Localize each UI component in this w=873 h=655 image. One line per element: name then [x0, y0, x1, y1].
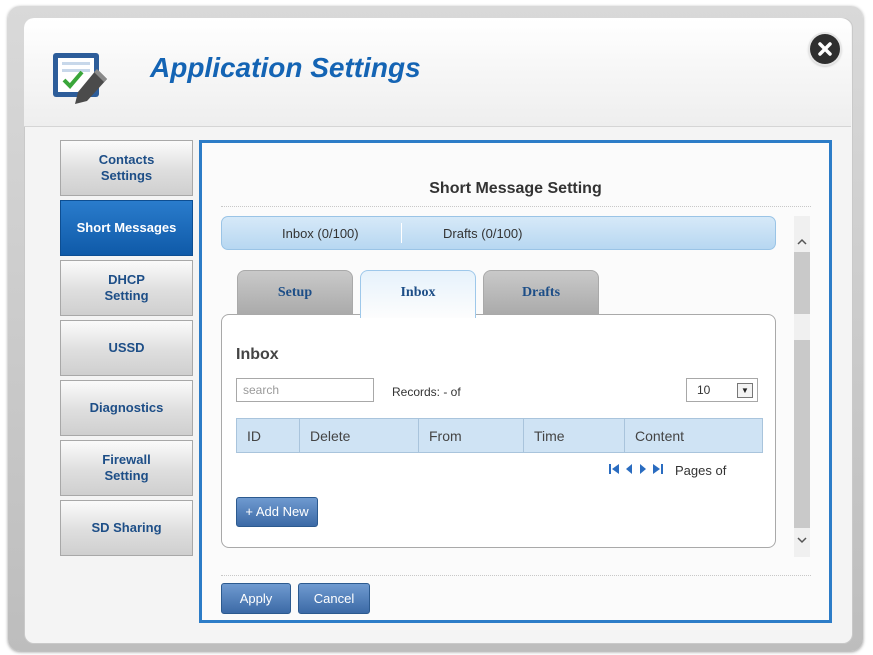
chevron-down-icon: ▼ [737, 383, 753, 398]
sidebar-item-dhcp-setting[interactable]: DHCP Setting [60, 260, 193, 316]
sidebar-item-ussd[interactable]: USSD [60, 320, 193, 376]
scrollbar-track[interactable] [794, 340, 810, 528]
close-button[interactable] [810, 34, 840, 64]
dialog-header [24, 18, 851, 127]
tab-drafts[interactable]: Drafts [483, 270, 599, 316]
sidebar-item-label: Diagnostics [89, 400, 164, 415]
content-panel: Short Message Setting Inbox (0/100) Draf… [199, 140, 832, 623]
cancel-button[interactable]: Cancel [298, 583, 370, 614]
sidebar-item-label: USSD [108, 340, 145, 355]
divider [401, 223, 402, 243]
column-header-from[interactable]: From [418, 418, 524, 453]
next-page-icon[interactable] [639, 463, 647, 478]
sidebar-item-label: Short Messages [76, 220, 177, 235]
scrollbar[interactable] [794, 216, 810, 557]
sidebar-item-sd-sharing[interactable]: SD Sharing [60, 500, 193, 556]
sidebar-item-firewall-setting[interactable]: Firewall Setting [60, 440, 193, 496]
drafts-count: Drafts (0/100) [443, 226, 523, 241]
apply-button[interactable]: Apply [221, 583, 291, 614]
pagination: Pages of [609, 463, 726, 478]
sidebar-item-label: Setting [104, 288, 149, 303]
records-count: Records: - of [392, 385, 461, 399]
panel-title: Inbox [236, 346, 279, 363]
column-header-time[interactable]: Time [523, 418, 625, 453]
page-size-select[interactable]: 10 ▼ [686, 378, 758, 402]
add-new-button[interactable]: + Add New [236, 497, 318, 527]
sidebar-item-label: Contacts [98, 152, 155, 167]
checklist-pencil-icon [53, 53, 107, 104]
divider [221, 575, 811, 576]
message-summary-bar: Inbox (0/100) Drafts (0/100) [221, 216, 776, 250]
inbox-panel: Inbox Records: - of 10 ▼ ID Delete From … [221, 314, 776, 548]
table-header-row: ID Delete From Time Content [236, 418, 763, 453]
tab-inbox[interactable]: Inbox [360, 270, 476, 318]
sidebar-item-contacts-settings[interactable]: Contacts Settings [60, 140, 193, 196]
close-icon [818, 42, 832, 56]
sidebar-item-label: Setting [104, 468, 149, 483]
first-page-icon[interactable] [609, 463, 619, 478]
scroll-up-button[interactable] [794, 234, 810, 252]
sidebar-item-diagnostics[interactable]: Diagnostics [60, 380, 193, 436]
sidebar: Contacts Settings Short Messages DHCP Sett… [60, 140, 197, 560]
search-input[interactable] [236, 378, 374, 402]
section-title: Short Message Setting [429, 180, 602, 197]
scroll-down-button[interactable] [794, 532, 810, 550]
sidebar-item-short-messages[interactable]: Short Messages [60, 200, 193, 256]
inbox-count: Inbox (0/100) [282, 226, 359, 241]
column-header-delete[interactable]: Delete [299, 418, 419, 453]
previous-page-icon[interactable] [625, 463, 633, 478]
last-page-icon[interactable] [653, 463, 663, 478]
messages-table: ID Delete From Time Content [236, 418, 763, 453]
tab-setup[interactable]: Setup [237, 270, 353, 316]
column-header-id[interactable]: ID [236, 418, 300, 453]
sidebar-item-label: Settings [100, 168, 153, 183]
column-header-content[interactable]: Content [624, 418, 763, 453]
page-size-value: 10 [697, 383, 711, 397]
chevron-down-icon [797, 537, 807, 544]
scrollbar-track[interactable] [794, 252, 810, 314]
sidebar-item-label: SD Sharing [91, 520, 162, 535]
sidebar-item-label: Firewall [102, 452, 151, 467]
chevron-up-icon [797, 238, 807, 245]
sidebar-item-label: DHCP [108, 272, 145, 287]
pages-label: Pages of [675, 463, 727, 478]
dialog-title: Application Settings [150, 52, 421, 83]
divider [221, 206, 811, 207]
